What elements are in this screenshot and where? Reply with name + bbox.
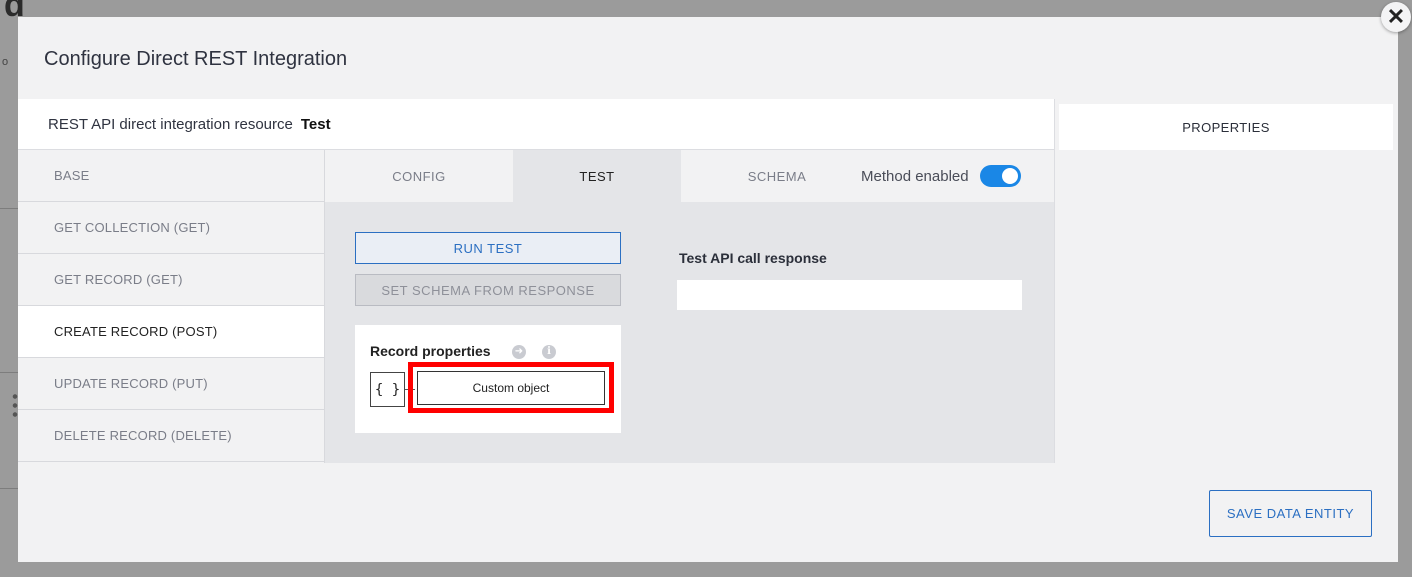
properties-header[interactable]: PROPERTIES <box>1059 104 1393 150</box>
background-divider <box>0 208 20 209</box>
record-properties-title: Record properties <box>370 343 491 359</box>
set-schema-button[interactable]: SET SCHEMA FROM RESPONSE <box>355 274 621 306</box>
resource-label: REST API direct integration resource <box>48 115 293 133</box>
info-icon[interactable]: i <box>542 345 556 359</box>
tab-schema[interactable]: SCHEMA <box>681 150 873 202</box>
object-braces-icon: { } <box>370 372 405 407</box>
background-text-fragment: o <box>2 56 9 68</box>
tab-config[interactable]: CONFIG <box>325 150 513 202</box>
method-tabs: CONFIG TEST SCHEMA Method enabled <box>325 150 1054 202</box>
sidebar-item-update-record[interactable]: UPDATE RECORD (PUT) <box>18 358 324 410</box>
method-enabled-label: Method enabled <box>861 167 969 185</box>
resource-value: Test <box>300 115 331 133</box>
sidebar-item-base[interactable]: BASE <box>18 150 324 202</box>
run-test-button[interactable]: RUN TEST <box>355 232 621 264</box>
background-divider <box>0 488 20 489</box>
sidebar-item-create-record[interactable]: CREATE RECORD (POST) <box>18 306 324 358</box>
close-icon[interactable]: ✕ <box>1381 2 1411 32</box>
arrow-right-circle-icon[interactable]: ➜ <box>512 345 526 359</box>
properties-panel: PROPERTIES <box>1054 99 1398 463</box>
method-enabled-control: Method enabled <box>861 150 1021 202</box>
tab-test[interactable]: TEST <box>513 150 681 202</box>
sidebar-item-get-record[interactable]: GET RECORD (GET) <box>18 254 324 306</box>
save-data-entity-button[interactable]: SAVE DATA ENTITY <box>1209 490 1372 537</box>
record-properties-card: Record properties ➜ i { } Custom object <box>355 325 621 433</box>
sidebar-item-delete-record[interactable]: DELETE RECORD (DELETE) <box>18 410 324 462</box>
method-content: CONFIG TEST SCHEMA Method enabled RUN TE… <box>325 150 1054 463</box>
modal-title: Configure Direct REST Integration <box>44 48 348 70</box>
response-output <box>677 280 1022 310</box>
toggle-knob <box>1001 168 1018 184</box>
resource-bar: REST API direct integration resource Tes… <box>18 99 1054 150</box>
custom-object-button[interactable]: Custom object <box>417 371 605 405</box>
response-label: Test API call response <box>679 250 827 266</box>
method-sidebar: BASE GET COLLECTION (GET) GET RECORD (GE… <box>18 150 325 463</box>
background-divider <box>0 372 20 373</box>
method-enabled-toggle[interactable] <box>979 165 1021 187</box>
configure-integration-modal: Configure Direct REST Integration REST A… <box>18 17 1398 562</box>
sidebar-item-get-collection[interactable]: GET COLLECTION (GET) <box>18 202 324 254</box>
